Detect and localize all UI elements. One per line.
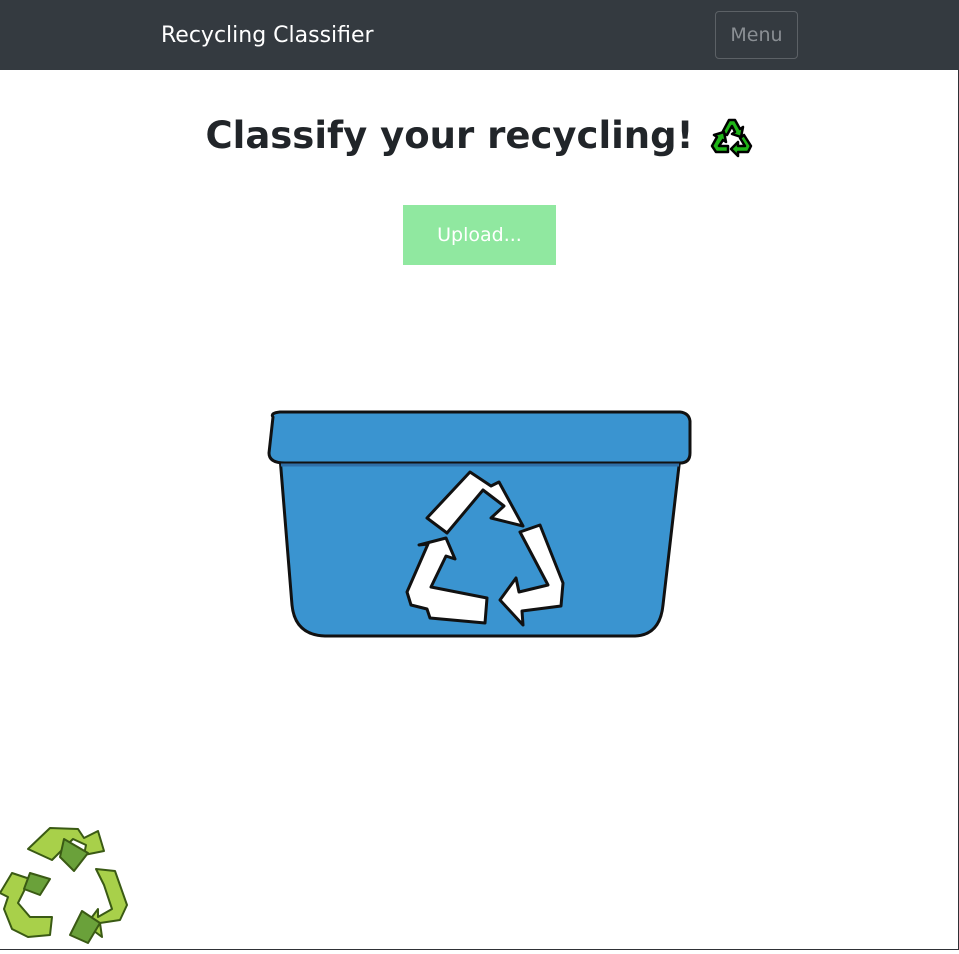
- page-title: Classify your recycling!: [205, 114, 694, 157]
- brand-link[interactable]: Recycling Classifier: [161, 20, 374, 52]
- page-heading: Classify your recycling!: [0, 110, 959, 162]
- menu-button[interactable]: Menu: [715, 11, 798, 59]
- navbar: Recycling Classifier Menu: [0, 0, 959, 70]
- upload-button[interactable]: Upload...: [403, 205, 556, 265]
- recycling-symbol-icon: [708, 113, 754, 159]
- recycling-logo-icon: [0, 825, 128, 950]
- recycling-bin-icon: [265, 405, 695, 645]
